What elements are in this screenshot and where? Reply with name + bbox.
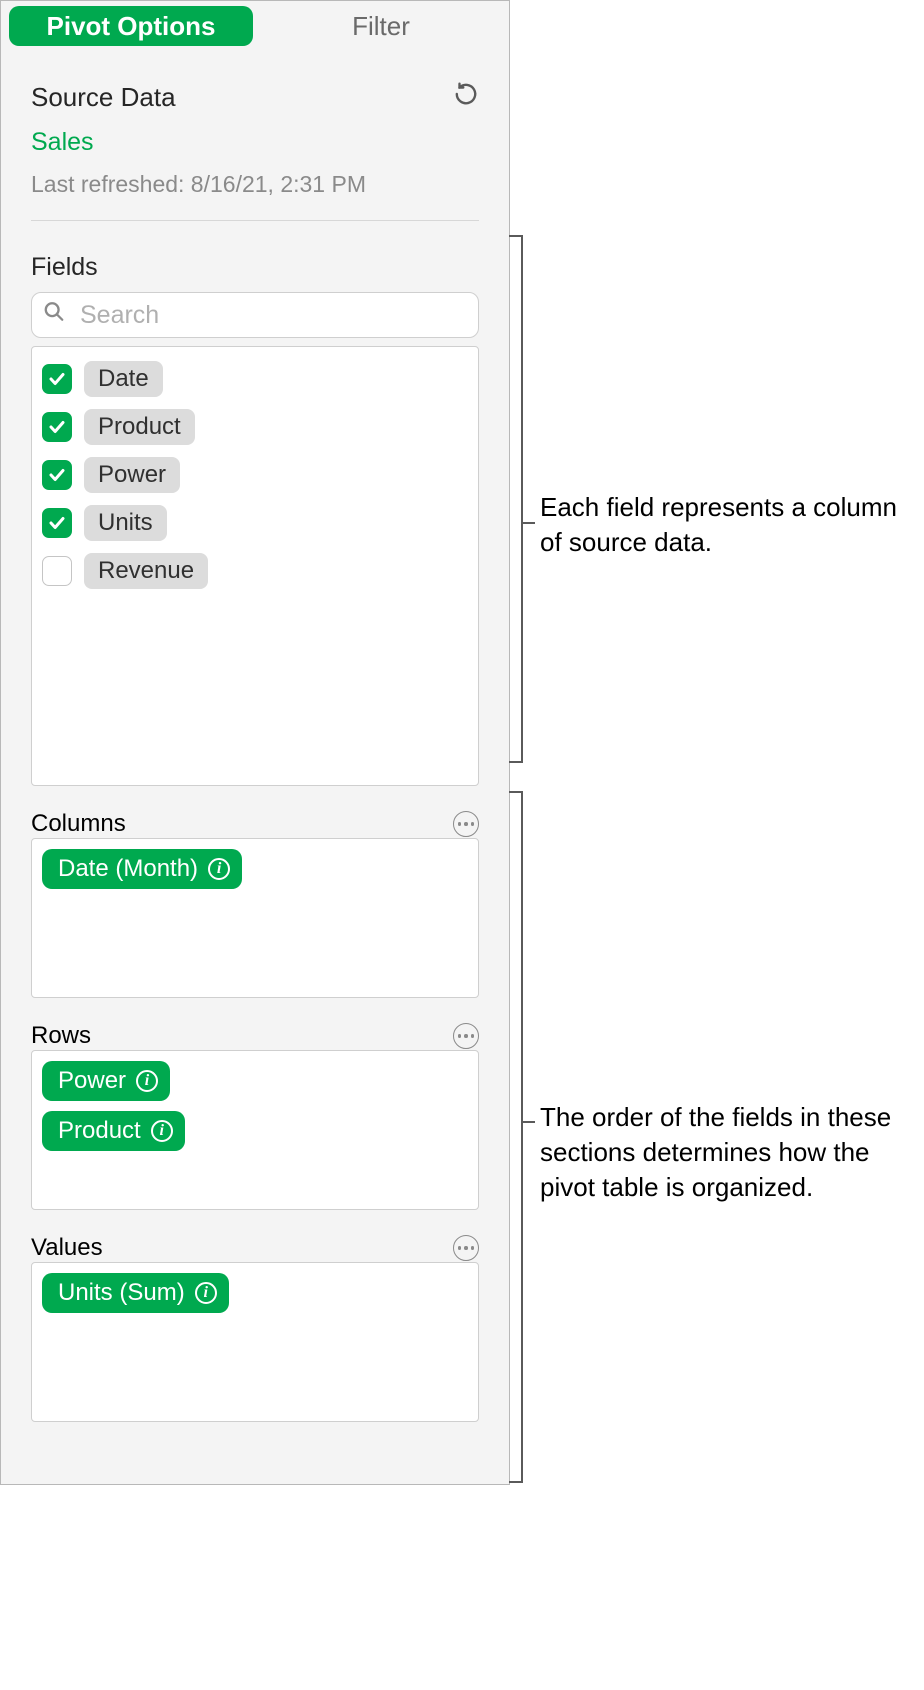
info-icon[interactable]: i xyxy=(195,1282,217,1304)
callout-sections: The order of the fields in these section… xyxy=(540,1100,910,1205)
field-tag[interactable]: Revenue xyxy=(84,553,208,589)
field-pill-label: Power xyxy=(58,1067,126,1095)
field-row: Revenue xyxy=(42,547,468,595)
field-pill-label: Product xyxy=(58,1117,141,1145)
pivot-options-panel: Pivot Options Filter Source Data Sales L… xyxy=(0,0,510,1485)
columns-dropzone[interactable]: Date (Month) i xyxy=(31,838,479,998)
field-row: Date xyxy=(42,355,468,403)
rows-more-button[interactable] xyxy=(453,1023,479,1049)
field-checkbox[interactable] xyxy=(42,556,72,586)
field-checkbox[interactable] xyxy=(42,508,72,538)
fields-heading: Fields xyxy=(31,253,479,282)
info-icon[interactable]: i xyxy=(208,858,230,880)
callout-line-fields xyxy=(521,522,535,524)
search-icon xyxy=(43,301,65,330)
bracket-sections xyxy=(521,791,523,1483)
info-icon[interactable]: i xyxy=(136,1070,158,1092)
bracket-fields xyxy=(521,235,523,763)
columns-heading: Columns xyxy=(31,810,126,838)
source-data-heading: Source Data xyxy=(31,82,176,113)
values-more-button[interactable] xyxy=(453,1235,479,1261)
last-refreshed: Last refreshed: 8/16/21, 2:31 PM xyxy=(31,171,479,198)
values-heading: Values xyxy=(31,1234,103,1262)
field-row: Power xyxy=(42,451,468,499)
tab-filter[interactable]: Filter xyxy=(253,6,509,46)
field-tag[interactable]: Product xyxy=(84,409,195,445)
callout-line-sections xyxy=(521,1121,535,1123)
search-input[interactable] xyxy=(31,292,479,338)
field-pill-label: Units (Sum) xyxy=(58,1279,185,1307)
field-pill[interactable]: Date (Month) i xyxy=(42,849,242,889)
field-pill[interactable]: Units (Sum) i xyxy=(42,1273,229,1313)
field-tag[interactable]: Date xyxy=(84,361,163,397)
field-tag[interactable]: Power xyxy=(84,457,180,493)
info-icon[interactable]: i xyxy=(151,1120,173,1142)
source-name: Sales xyxy=(31,128,479,157)
rows-heading: Rows xyxy=(31,1022,91,1050)
rows-dropzone[interactable]: PoweriProducti xyxy=(31,1050,479,1210)
field-checkbox[interactable] xyxy=(42,412,72,442)
refresh-icon[interactable] xyxy=(453,81,479,114)
field-pill[interactable]: Product i xyxy=(42,1111,185,1151)
tab-bar: Pivot Options Filter xyxy=(1,1,509,51)
field-pill[interactable]: Poweri xyxy=(42,1061,170,1101)
columns-more-button[interactable] xyxy=(453,811,479,837)
field-row: Product xyxy=(42,403,468,451)
callout-fields: Each field represents a column of source… xyxy=(540,490,910,560)
field-row: Units xyxy=(42,499,468,547)
field-checkbox[interactable] xyxy=(42,460,72,490)
values-dropzone[interactable]: Units (Sum) i xyxy=(31,1262,479,1422)
fields-list: Date Product Power Units Revenue xyxy=(31,346,479,786)
field-checkbox[interactable] xyxy=(42,364,72,394)
field-tag[interactable]: Units xyxy=(84,505,167,541)
tab-pivot-options[interactable]: Pivot Options xyxy=(9,6,253,46)
field-pill-label: Date (Month) xyxy=(58,855,198,883)
